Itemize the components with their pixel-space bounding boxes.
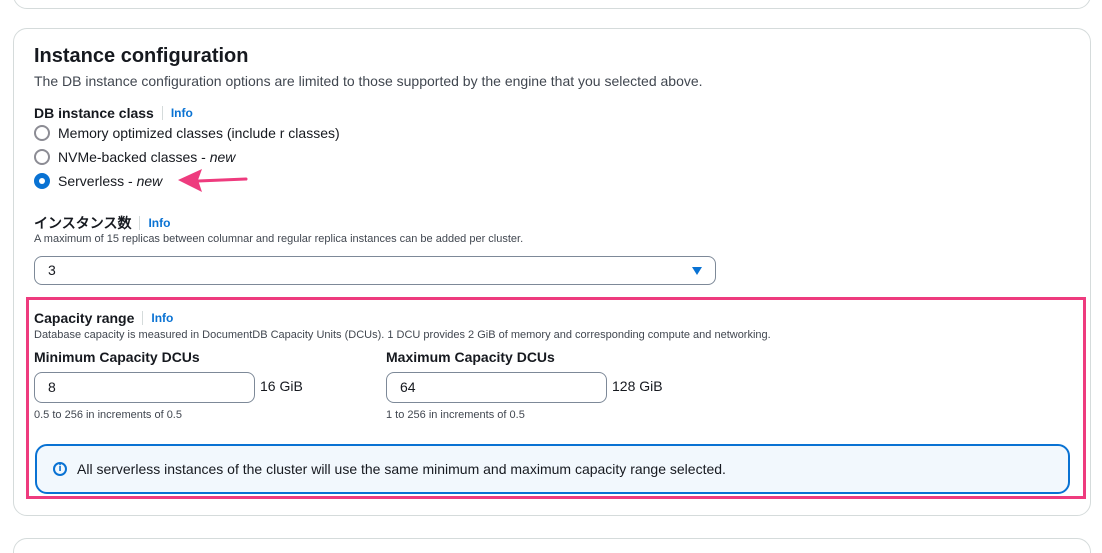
min-capacity-label: Minimum Capacity DCUs [34, 349, 200, 365]
db-instance-class-label-text: DB instance class [34, 105, 154, 121]
radio-circle[interactable] [34, 125, 50, 141]
caret-down-icon [692, 267, 702, 275]
radio-circle-selected[interactable] [34, 173, 50, 189]
capacity-range-label-text: Capacity range [34, 310, 135, 326]
info-alert: i All serverless instances of the cluste… [35, 444, 1070, 494]
section-title: Instance configuration [34, 45, 249, 67]
info-alert-text: All serverless instances of the cluster … [77, 461, 726, 477]
page: Instance configuration The DB instance c… [0, 0, 1102, 553]
max-capacity-label: Maximum Capacity DCUs [386, 349, 555, 365]
max-capacity-hint: 1 to 256 in increments of 0.5 [386, 409, 525, 421]
min-capacity-unit: 16 GiB [260, 378, 303, 394]
min-capacity-input[interactable]: 8 [34, 372, 255, 403]
instance-count-label: インスタンス数 Info [34, 213, 170, 233]
radio-memory-optimized[interactable]: Memory optimized classes (include r clas… [34, 125, 340, 141]
radio-label: NVMe-backed classes - [58, 149, 210, 165]
db-instance-class-info-link[interactable]: Info [161, 106, 193, 120]
capacity-range-label: Capacity range Info [34, 310, 173, 326]
info-circle-icon: i [53, 462, 67, 476]
annotation-arrow-icon [178, 169, 248, 192]
radio-new-tag: new [209, 149, 236, 165]
section-subtitle: The DB instance configuration options ar… [34, 73, 703, 89]
max-capacity-unit: 128 GiB [612, 378, 663, 394]
instance-count-selected-value: 3 [48, 262, 56, 278]
instance-count-label-text: インスタンス数 [34, 215, 132, 231]
radio-label: Serverless - [58, 173, 137, 189]
radio-serverless[interactable]: Serverless - new [34, 173, 162, 189]
db-instance-class-label: DB instance class Info [34, 105, 193, 121]
instance-count-info-link[interactable]: Info [139, 216, 170, 230]
previous-section-card [13, 0, 1091, 9]
max-capacity-input[interactable]: 64 [386, 372, 607, 403]
capacity-range-description: Database capacity is measured in Documen… [34, 329, 771, 341]
instance-count-select[interactable]: 3 [34, 256, 716, 285]
radio-new-tag: new [136, 173, 163, 189]
radio-label: Memory optimized classes (include r clas… [58, 125, 340, 141]
radio-nvme-backed[interactable]: NVMe-backed classes - new [34, 149, 235, 165]
min-capacity-hint: 0.5 to 256 in increments of 0.5 [34, 409, 182, 421]
next-section-card [13, 538, 1091, 553]
radio-circle[interactable] [34, 149, 50, 165]
capacity-range-info-link[interactable]: Info [142, 311, 173, 325]
instance-count-description: A maximum of 15 replicas between columna… [34, 233, 524, 245]
